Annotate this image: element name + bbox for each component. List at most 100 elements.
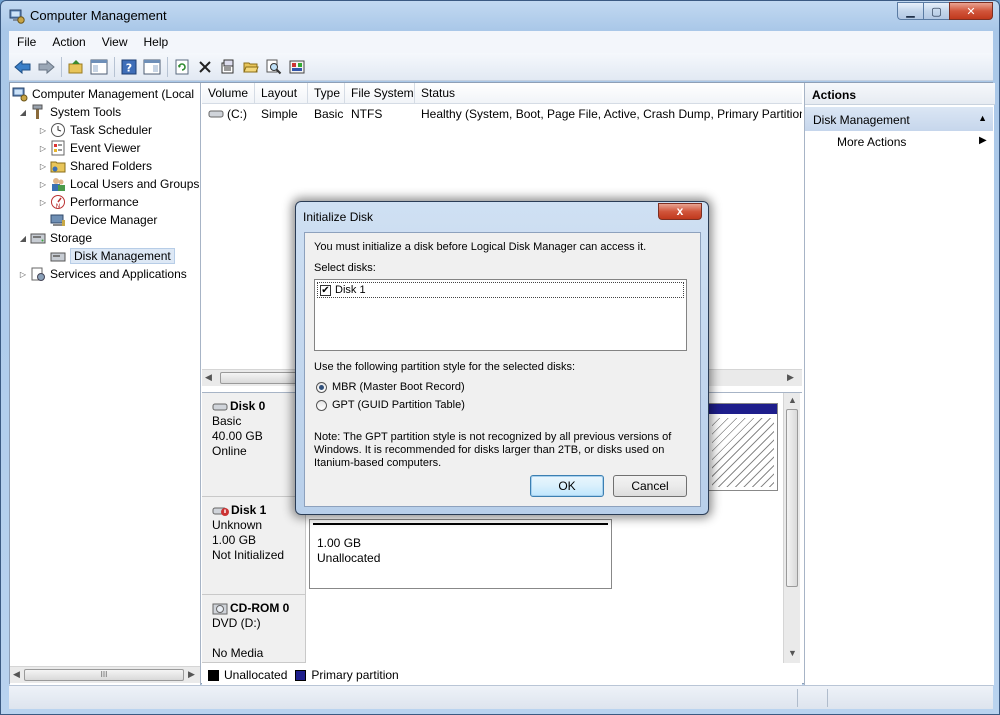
tree-item-task-scheduler[interactable]: ▷ Task Scheduler <box>38 121 152 139</box>
title-bar[interactable]: Computer Management ▁ ▢ ✕ <box>1 1 999 31</box>
disk-0-partition-region[interactable] <box>708 403 778 491</box>
menu-view[interactable]: View <box>94 35 136 49</box>
disk-name: Disk 1 <box>231 503 267 517</box>
tree-item-system-tools[interactable]: ◢ System Tools <box>18 103 121 121</box>
device-manager-icon <box>50 214 65 226</box>
computer-management-icon <box>9 9 25 24</box>
gpt-option[interactable]: GPT (GUID Partition Table) <box>316 399 465 411</box>
collapsed-arrow-icon[interactable]: ▷ <box>38 198 48 207</box>
dialog-close-button[interactable]: x <box>658 203 702 220</box>
disk-properties-button[interactable] <box>286 56 308 78</box>
refresh-button[interactable] <box>171 56 193 78</box>
disk-management-icon <box>50 252 66 262</box>
submenu-arrow-icon[interactable]: ▶ <box>979 135 987 146</box>
table-row[interactable]: (C:) Simple Basic NTFS Healthy (System, … <box>202 105 802 123</box>
scroll-left-icon[interactable]: ◀ <box>13 669 20 680</box>
disk-select-list[interactable]: ✔ Disk 1 <box>314 279 687 351</box>
close-icon: ✕ <box>966 5 976 18</box>
up-one-level-button[interactable] <box>65 56 87 78</box>
collapsed-arrow-icon[interactable]: ▷ <box>38 144 48 153</box>
shared-folder-icon <box>50 161 66 173</box>
disk-list-item[interactable]: ✔ Disk 1 <box>317 282 684 298</box>
tree-item-device-manager[interactable]: Device Manager <box>50 211 157 229</box>
collapsed-arrow-icon[interactable]: ▷ <box>18 270 28 279</box>
forward-button[interactable] <box>35 56 57 78</box>
disk-0-title: Disk 0 <box>212 399 305 414</box>
help-button[interactable]: ? <box>118 56 140 78</box>
disk-kind: DVD (D:) <box>212 616 261 630</box>
column-layout[interactable]: Layout <box>255 83 308 104</box>
collapsed-arrow-icon[interactable]: ▷ <box>38 126 48 135</box>
close-button[interactable]: ✕ <box>949 2 993 20</box>
disk-1-unallocated-region[interactable]: 1.00 GB Unallocated <box>309 519 612 589</box>
disk-1-label[interactable]: Disk 1 Unknown 1.00 GB Not Initialized <box>202 497 306 595</box>
ok-button[interactable]: OK <box>530 475 604 497</box>
maximize-button[interactable]: ▢ <box>923 2 949 20</box>
collapsed-arrow-icon[interactable]: ▷ <box>38 162 48 171</box>
checkbox-checked-icon[interactable]: ✔ <box>320 284 331 296</box>
radio-unselected-icon[interactable] <box>316 399 327 411</box>
tree-item-services[interactable]: ▷ Services and Applications <box>18 265 187 283</box>
radio-selected-icon[interactable] <box>316 381 327 393</box>
volume-name: (C:) <box>227 107 247 121</box>
properties-button[interactable] <box>217 56 239 78</box>
properties-icon <box>221 59 234 73</box>
disk-state: Not Initialized <box>212 548 285 562</box>
collapsed-arrow-icon[interactable]: ▷ <box>38 180 48 189</box>
tree-label: Task Scheduler <box>70 123 153 137</box>
menu-action[interactable]: Action <box>44 35 93 49</box>
tree-label: Shared Folders <box>70 159 153 173</box>
scroll-left-icon[interactable]: ◀ <box>205 372 212 383</box>
scroll-down-icon[interactable]: ▼ <box>788 648 797 658</box>
cancel-button[interactable]: Cancel <box>613 475 687 497</box>
primary-swatch <box>295 669 307 681</box>
disk-state: No Media <box>212 646 264 660</box>
find-button[interactable] <box>263 56 285 78</box>
cdrom-0-label[interactable]: CD-ROM 0 DVD (D:) No Media <box>202 595 306 663</box>
svg-text:?: ? <box>126 61 132 74</box>
tree-item-event-viewer[interactable]: ▷ Event Viewer <box>38 139 140 157</box>
column-type[interactable]: Type <box>308 83 345 104</box>
tree-item-shared-folders[interactable]: ▷ Shared Folders <box>38 157 152 175</box>
actions-section-disk-management[interactable]: Disk Management ▲ <box>805 107 993 131</box>
partition-state: Unallocated <box>317 551 381 565</box>
delete-button[interactable] <box>194 56 216 78</box>
column-file-system[interactable]: File System <box>345 83 415 104</box>
tree-item-root[interactable]: Computer Management (Local <box>12 85 194 103</box>
expanded-arrow-icon[interactable]: ◢ <box>18 234 28 243</box>
scroll-right-icon[interactable]: ▶ <box>787 372 794 383</box>
column-volume[interactable]: Volume <box>202 83 255 104</box>
initialize-disk-dialog: Initialize Disk x You must initialize a … <box>295 201 709 515</box>
tree-item-storage[interactable]: ◢ Storage <box>18 229 92 247</box>
minimize-button[interactable]: ▁ <box>897 2 923 20</box>
disk-vertical-scrollbar[interactable]: ▲ ▼ <box>783 393 800 663</box>
tree-item-local-users[interactable]: ▷ Local Users and Groups <box>38 175 199 193</box>
menu-file[interactable]: File <box>9 35 44 49</box>
show-hide-tree-button[interactable] <box>88 56 110 78</box>
tree-item-disk-management[interactable]: Disk Management <box>50 247 175 265</box>
disk-name: CD-ROM 0 <box>230 601 290 615</box>
disk-not-initialized-icon <box>212 507 229 516</box>
open-button[interactable] <box>240 56 262 78</box>
mbr-option[interactable]: MBR (Master Boot Record) <box>316 381 465 393</box>
scroll-thumb[interactable]: III <box>24 669 184 681</box>
console-tree: Computer Management (Local ◢ System Tool… <box>10 83 201 685</box>
select-disks-label: Select disks: <box>314 262 376 274</box>
scroll-thumb[interactable] <box>786 409 798 587</box>
show-hide-action-pane-button[interactable] <box>141 56 163 78</box>
disk-legend: Unallocated Primary partition <box>202 665 399 685</box>
tree-item-performance[interactable]: ▷ N Performance <box>38 193 139 211</box>
gpt-note: Note: The GPT partition style is not rec… <box>314 431 672 469</box>
scroll-up-icon[interactable]: ▲ <box>788 395 797 405</box>
menu-help[interactable]: Help <box>136 35 177 49</box>
tree-label: Computer Management (Local <box>32 87 195 101</box>
column-status[interactable]: Status <box>415 83 802 104</box>
actions-pane: Actions Disk Management ▲ More Actions ▶ <box>804 83 995 685</box>
collapse-up-icon[interactable]: ▲ <box>978 113 987 123</box>
more-actions-item[interactable]: More Actions <box>837 135 906 149</box>
tree-horizontal-scrollbar[interactable]: ◀ III ▶ <box>10 666 200 683</box>
expanded-arrow-icon[interactable]: ◢ <box>18 108 28 117</box>
disk-0-label[interactable]: Disk 0 Basic 40.00 GB Online <box>202 393 306 497</box>
scroll-right-icon[interactable]: ▶ <box>188 669 195 680</box>
back-button[interactable] <box>12 56 34 78</box>
